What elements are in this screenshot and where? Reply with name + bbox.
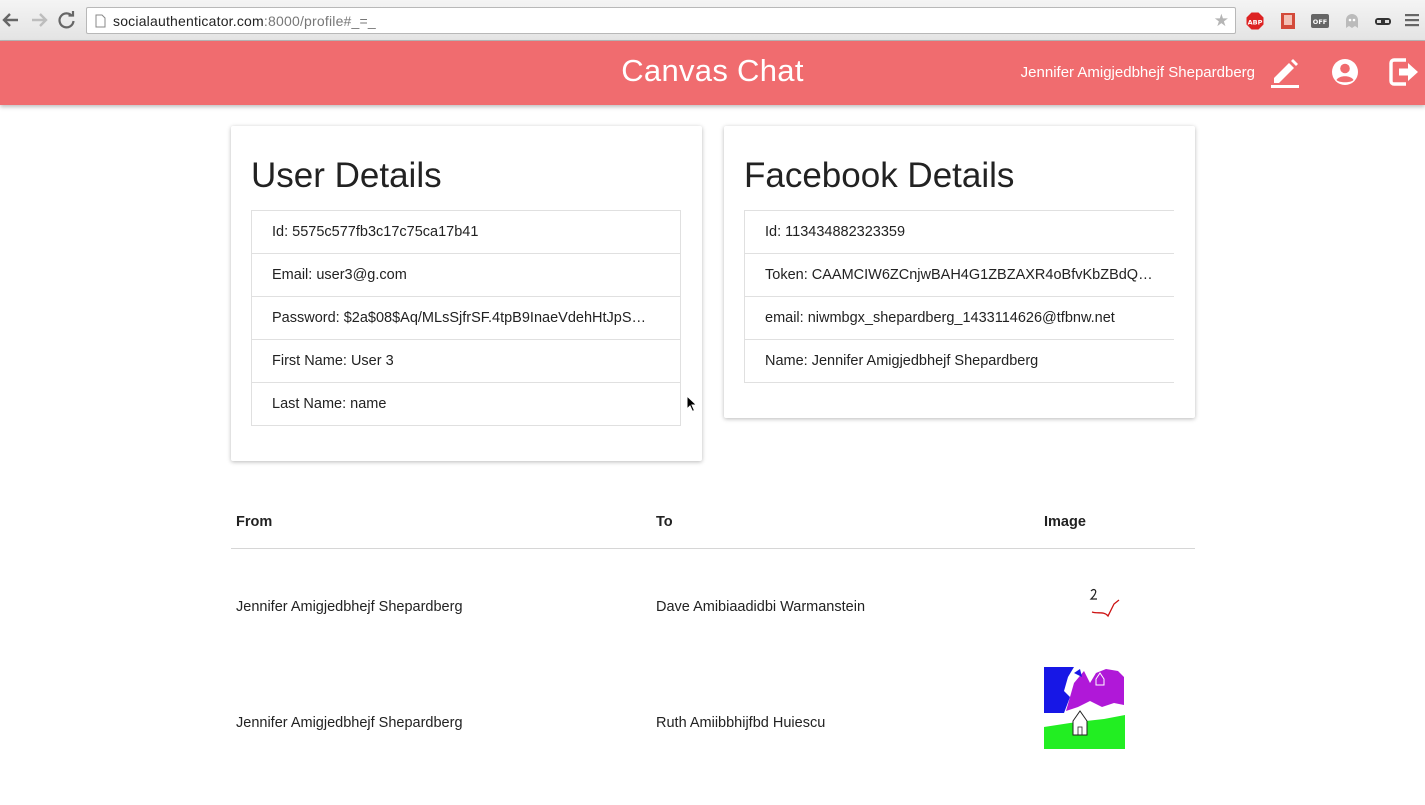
mouse-cursor-icon	[686, 395, 698, 413]
doodle-sketch-image[interactable]	[1084, 587, 1124, 625]
table-header-row: From To Image	[231, 498, 1195, 549]
address-bar[interactable]: socialauthenticator.com:8000/profile#_=_…	[86, 7, 1236, 34]
table-row[interactable]: Jennifer Amigjedbhejf Shepardberg Ruth A…	[231, 665, 1195, 805]
row-to-cell: Dave Amibiaadidbi Warmanstein	[656, 599, 866, 615]
messages-table: From To Image Jennifer Amigjedbhejf Shep…	[231, 498, 1195, 805]
row-to-cell: Ruth Amiibbhijfbd Huiescu	[656, 715, 826, 731]
facebook-details-list: Id: 113434882323359 Token: CAAMCIW6ZCnjw…	[744, 210, 1174, 383]
url-text: socialauthenticator.com:8000/profile#_=_	[113, 13, 376, 29]
row-from-cell: Jennifer Amigjedbhejf Shepardberg	[236, 599, 463, 615]
facebook-token-item: Token: CAAMCIW6ZCnjwBAH4G1ZBZAXR4oBfvKbZ…	[745, 254, 1174, 297]
bookmark-star-icon[interactable]: ★	[1214, 11, 1229, 31]
svg-text:ABP: ABP	[1248, 19, 1263, 27]
user-details-list: Id: 5575c577fb3c17c75ca17b41 Email: user…	[251, 210, 681, 426]
user-id-item: Id: 5575c577fb3c17c75ca17b41	[252, 211, 680, 254]
user-last-name-item: Last Name: name	[252, 383, 680, 426]
svg-text:OFF: OFF	[1313, 18, 1327, 26]
forward-arrow-icon[interactable]	[28, 9, 50, 31]
facebook-id-item: Id: 113434882323359	[745, 211, 1174, 254]
edit-pencil-icon[interactable]	[1269, 56, 1301, 88]
browser-toolbar: socialauthenticator.com:8000/profile#_=_…	[0, 0, 1425, 41]
row-from-cell: Jennifer Amigjedbhejf Shepardberg	[236, 715, 463, 731]
colorful-house-drawing-image[interactable]	[1044, 667, 1125, 749]
user-password-item: Password: $2a$08$Aq/MLsSjfrSF.4tpB9InaeV…	[252, 297, 680, 340]
back-arrow-icon[interactable]	[0, 9, 22, 31]
ghost-icon[interactable]	[1343, 12, 1361, 30]
facebook-name-item: Name: Jennifer Amigjedbhejf Shepardberg	[745, 340, 1174, 383]
table-row[interactable]: Jennifer Amigjedbhejf Shepardberg Dave A…	[231, 549, 1195, 665]
reload-icon[interactable]	[56, 9, 78, 31]
off-icon[interactable]: OFF	[1311, 12, 1329, 30]
abp-icon[interactable]: ABP	[1246, 12, 1264, 30]
logout-icon[interactable]	[1388, 56, 1420, 88]
account-circle-icon[interactable]	[1329, 56, 1361, 88]
header-user-name: Jennifer Amigjedbhejf Shepardberg	[1020, 64, 1255, 81]
hamburger-menu-icon[interactable]	[1405, 13, 1419, 27]
bookmark-icon[interactable]	[1279, 12, 1297, 30]
user-first-name-item: First Name: User 3	[252, 340, 680, 383]
mask-icon[interactable]	[1374, 12, 1392, 30]
page-icon	[95, 14, 106, 28]
facebook-details-title: Facebook Details	[744, 156, 1015, 195]
user-details-card: User Details Id: 5575c577fb3c17c75ca17b4…	[231, 126, 702, 461]
user-details-title: User Details	[251, 156, 442, 195]
facebook-details-card: Facebook Details Id: 113434882323359 Tok…	[724, 126, 1195, 418]
column-header-image: Image	[1044, 514, 1086, 530]
column-header-to: To	[656, 514, 673, 530]
column-header-from: From	[236, 514, 273, 530]
app-header: Canvas Chat Jennifer Amigjedbhejf Shepar…	[0, 41, 1425, 105]
user-email-item: Email: user3@g.com	[252, 254, 680, 297]
facebook-email-item: email: niwmbgx_shepardberg_1433114626@tf…	[745, 297, 1174, 340]
